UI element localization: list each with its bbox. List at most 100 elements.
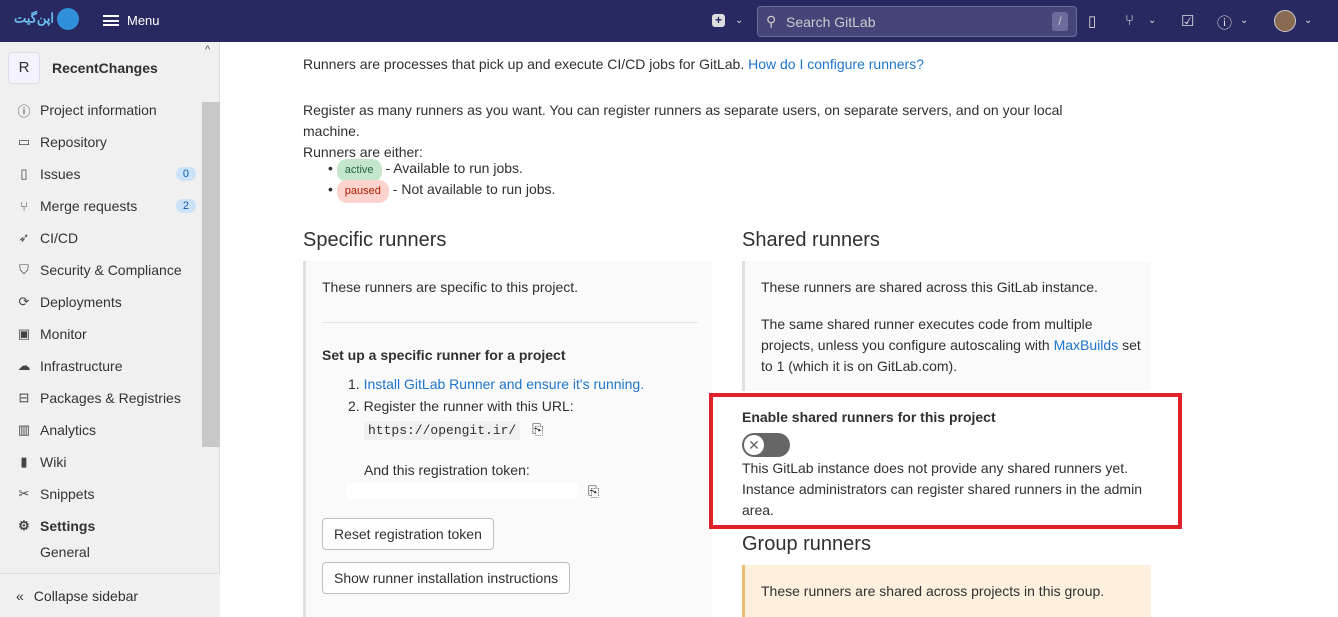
- copy-token-icon[interactable]: ⎘: [588, 483, 599, 500]
- sidebar-item-wiki[interactable]: ▮ Wiki: [16, 446, 196, 478]
- search-input[interactable]: ⚲ Search GitLab /: [757, 6, 1077, 37]
- configure-runners-link[interactable]: How do I configure runners?: [748, 56, 924, 72]
- sidebar-item-monitor[interactable]: ▣ Monitor: [16, 318, 196, 350]
- specific-desc: These runners are specific to this proje…: [322, 279, 579, 295]
- logo-text: اپن‌گیت: [14, 10, 55, 26]
- divider: [322, 322, 698, 323]
- double-chevron-left-icon: «: [16, 587, 24, 604]
- logo-icon: [57, 8, 80, 30]
- sidebar-item-label: Project information: [40, 102, 157, 118]
- shared-desc: These runners are shared across this Git…: [761, 279, 1098, 295]
- sidebar-item-repository[interactable]: ▭ Repository: [16, 126, 196, 158]
- intro-text: Runners are processes that pick up and e…: [303, 56, 745, 72]
- top-bar: اپن‌گیت Menu + ⌄ ⚲ Search GitLab / ▯ ⑂ ⌄ ☑ ⓘ…: [0, 0, 1338, 42]
- shared-desc-2: The same shared runner executes code fro…: [761, 316, 1093, 353]
- sidebar-project[interactable]: R RecentChanges: [8, 52, 158, 84]
- reset-registration-token-button[interactable]: Reset registration token: [322, 518, 494, 550]
- sidebar-item-snippets[interactable]: ✂ Snippets: [16, 478, 196, 510]
- highlight-box: [709, 393, 1182, 529]
- sidebar-item-label: General: [40, 544, 90, 560]
- hamburger-icon: [103, 15, 119, 26]
- gear-icon: ⚙: [18, 518, 30, 533]
- sidebar-item-label: CI/CD: [40, 230, 79, 246]
- active-desc: - Available to run jobs.: [385, 160, 523, 176]
- monitor-icon: ▣: [17, 326, 31, 341]
- help-icon[interactable]: ⓘ: [1217, 12, 1232, 33]
- sidebar-item-label: Deployments: [40, 294, 122, 310]
- sidebar-item-label: Merge requests: [40, 198, 138, 214]
- chevron-down-icon[interactable]: ⌄: [735, 15, 743, 26]
- sidebar-item-packages[interactable]: ⊟ Packages & Registries: [16, 382, 196, 414]
- merge-requests-icon[interactable]: ⑂: [1125, 12, 1134, 29]
- token-label: And this registration token:: [364, 462, 530, 478]
- info-icon: ⓘ: [17, 103, 31, 119]
- chevron-down-icon[interactable]: ⌄: [1304, 15, 1312, 26]
- shared-runners-title: Shared runners: [742, 229, 880, 251]
- sidebar-item-issues[interactable]: ▯ Issues 0: [16, 158, 196, 190]
- rocket-icon: ➶: [18, 230, 30, 245]
- group-runners-box: These runners are shared across projects…: [742, 565, 1151, 617]
- menu-button[interactable]: Menu: [103, 13, 160, 28]
- sidebar-item-settings[interactable]: ⚙ Settings: [16, 510, 196, 542]
- step2-text: Register the runner with this URL:: [363, 398, 574, 414]
- sidebar-item-label: Infrastructure: [40, 358, 123, 374]
- paused-desc: - Not available to run jobs.: [392, 181, 556, 197]
- sidebar: ^ R RecentChanges ⓘ Project information ▭ R…: [0, 42, 220, 617]
- specific-runners-title: Specific runners: [303, 229, 447, 251]
- sidebar-item-project-information[interactable]: ⓘ Project information: [16, 94, 196, 126]
- maxbuilds-link[interactable]: MaxBuilds: [1054, 337, 1119, 353]
- sidebar-scrollbar[interactable]: [202, 102, 220, 447]
- sidebar-item-label: Packages & Registries: [40, 390, 181, 406]
- sidebar-item-merge-requests[interactable]: ⑂ Merge requests 2: [16, 190, 196, 222]
- create-new-icon[interactable]: +: [712, 14, 725, 27]
- shield-icon: ⛉: [19, 262, 29, 277]
- show-installation-instructions-button[interactable]: Show runner installation instructions: [322, 562, 571, 594]
- issues-count-badge: 0: [175, 167, 196, 181]
- collapse-sidebar-button[interactable]: « Collapse sidebar: [0, 573, 220, 617]
- sidebar-item-infrastructure[interactable]: ☁ Infrastructure: [16, 350, 196, 382]
- search-placeholder: Search GitLab: [786, 14, 876, 30]
- sidebar-item-cicd[interactable]: ➶ CI/CD: [16, 222, 196, 254]
- install-runner-link[interactable]: Install GitLab Runner and ensure it's ru…: [364, 376, 645, 392]
- sidebar-item-deployments[interactable]: ⟳ Deployments: [16, 286, 196, 318]
- sidebar-item-security[interactable]: ⛉ Security & Compliance: [16, 254, 196, 286]
- scroll-up-icon[interactable]: ^: [205, 44, 210, 56]
- sidebar-item-label: Analytics: [40, 422, 97, 438]
- project-name: RecentChanges: [52, 60, 158, 76]
- project-avatar: R: [8, 52, 40, 84]
- sidebar-item-label: Repository: [40, 134, 107, 150]
- search-icon: ⚲: [766, 13, 777, 29]
- deployments-icon: ⟳: [18, 294, 30, 309]
- runner-url: https://opengit.ir/: [364, 421, 521, 440]
- logo[interactable]: اپن‌گیت: [14, 8, 80, 30]
- sidebar-item-label: Snippets: [40, 486, 95, 502]
- avatar[interactable]: [1274, 10, 1296, 32]
- sidebar-item-general[interactable]: General: [16, 542, 196, 566]
- sidebar-item-label: Security & Compliance: [40, 262, 182, 278]
- issues-icon: ▯: [20, 166, 28, 181]
- merge-request-icon: ⑂: [20, 198, 28, 214]
- copy-url-icon[interactable]: ⎘: [532, 421, 543, 437]
- chevron-down-icon[interactable]: ⌄: [1240, 15, 1248, 26]
- sidebar-item-label: Monitor: [40, 326, 87, 342]
- book-icon: ▭: [17, 134, 31, 149]
- search-shortcut: /: [1052, 12, 1068, 31]
- group-runners-title: Group runners: [742, 533, 871, 555]
- sidebar-item-label: Wiki: [40, 454, 67, 470]
- registration-token: [346, 483, 578, 499]
- merge-requests-count-badge: 2: [175, 199, 196, 213]
- todo-icon[interactable]: ☑: [1181, 12, 1194, 30]
- specific-runners-box: These runners are specific to this proje…: [303, 261, 712, 617]
- package-icon: ⊟: [18, 390, 30, 405]
- chevron-down-icon[interactable]: ⌄: [1148, 15, 1156, 26]
- snippet-icon: ✂: [18, 486, 30, 501]
- sidebar-item-analytics[interactable]: ▥ Analytics: [16, 414, 196, 446]
- shared-runners-box: These runners are shared across this Git…: [742, 261, 1151, 391]
- issues-icon[interactable]: ▯: [1088, 12, 1096, 30]
- chart-icon: ▥: [17, 422, 31, 437]
- sidebar-item-label: Settings: [40, 518, 96, 534]
- menu-label: Menu: [127, 13, 160, 28]
- intro-text-2: Register as many runners as you want. Yo…: [303, 102, 1063, 139]
- sidebar-nav: ⓘ Project information ▭ Repository ▯ Issues…: [16, 94, 196, 566]
- cloud-icon: ☁: [17, 358, 31, 373]
